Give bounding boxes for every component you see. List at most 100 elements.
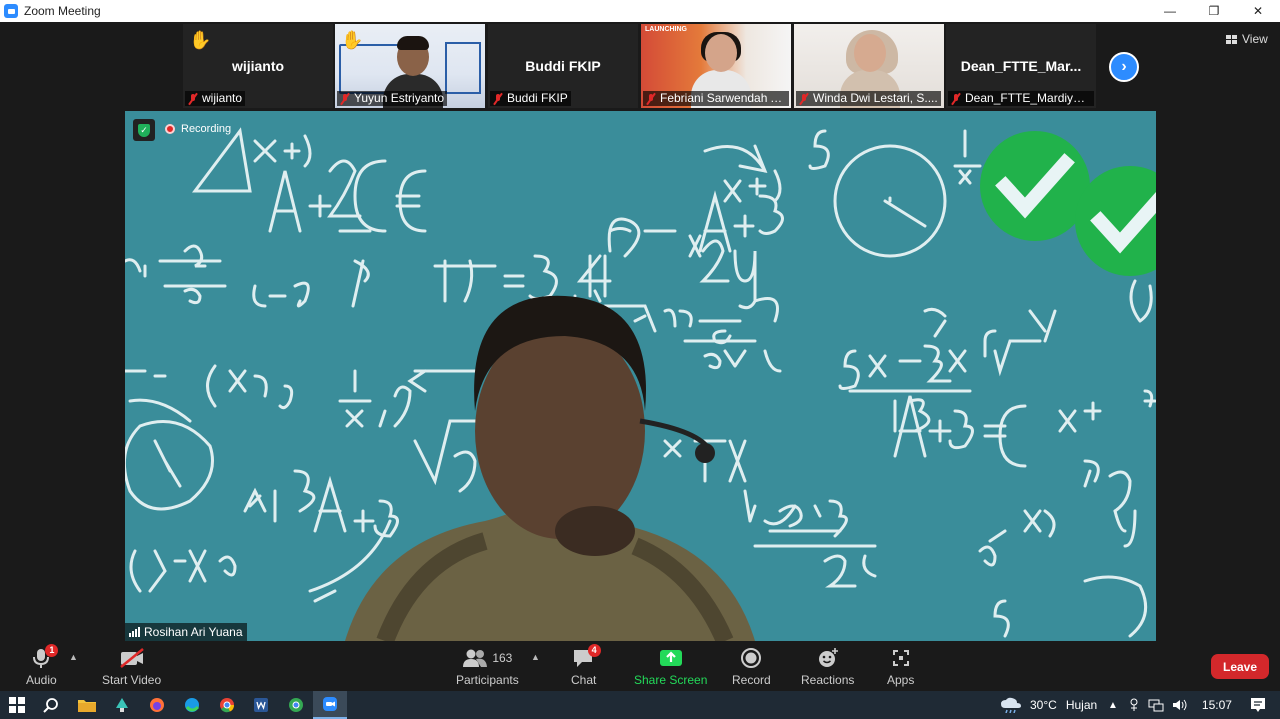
network-icon[interactable]: [1128, 698, 1140, 712]
weather-temp: 30°C: [1030, 698, 1057, 712]
windows-taskbar: 30°C Hujan ▲ 15:07: [0, 691, 1280, 719]
raised-hand-icon: ✋: [189, 30, 212, 50]
restore-button[interactable]: ❐: [1192, 0, 1236, 22]
grid-view-icon: [1226, 34, 1237, 44]
tray-expand-icon[interactable]: ▲: [1108, 700, 1118, 711]
chat-button[interactable]: 4 Chat: [571, 644, 601, 687]
mic-muted-icon: [492, 93, 504, 105]
mic-muted-icon: [339, 93, 351, 105]
zoom-window: Zoom Meeting — ❐ ✕ ✋ wijianto wijianto ✋: [0, 0, 1280, 719]
chat-label: Chat: [571, 673, 597, 687]
record-button[interactable]: Record: [732, 645, 771, 687]
audio-options-caret-icon[interactable]: ▲: [69, 652, 78, 662]
participant-name: Febriani Sarwendah A...: [660, 91, 786, 105]
display-icon[interactable]: [1148, 698, 1164, 712]
windows-start-icon[interactable]: [0, 691, 34, 719]
participant-name-label: Buddi FKIP: [490, 91, 571, 106]
volume-icon[interactable]: [1172, 698, 1188, 712]
word-icon[interactable]: [244, 691, 278, 719]
zoom-app-icon: [4, 4, 18, 18]
participant-tile[interactable]: Winda Dwi Lestari, S....: [794, 24, 944, 108]
participant-display-name: wijianto: [231, 58, 285, 74]
app-icon[interactable]: [105, 691, 139, 719]
reactions-label: Reactions: [801, 673, 855, 687]
search-icon[interactable]: [34, 691, 68, 719]
speaker-name-label: Rosihan Ari Yuana: [125, 623, 247, 641]
apps-icon: [890, 645, 912, 671]
start-video-label: Start Video: [102, 673, 162, 687]
participants-label: Participants: [456, 673, 519, 687]
participant-tile[interactable]: ✋ wijianto wijianto: [183, 24, 333, 108]
share-screen-button[interactable]: Share Screen: [634, 645, 707, 687]
raised-hand-icon: ✋: [341, 30, 364, 50]
encryption-shield-icon[interactable]: ✓: [133, 119, 155, 141]
apps-label: Apps: [887, 673, 915, 687]
next-page-button[interactable]: ›: [1109, 52, 1139, 82]
shield-check-glyph: ✓: [138, 123, 150, 137]
clock[interactable]: 15:07: [1202, 698, 1232, 712]
recording-indicator[interactable]: Recording: [165, 123, 231, 135]
chrome-icon[interactable]: [210, 691, 244, 719]
rain-cloud-icon: [1001, 697, 1021, 713]
share-screen-label: Share Screen: [634, 673, 708, 687]
participant-name-label: wijianto: [185, 91, 246, 106]
reactions-button[interactable]: Reactions: [801, 645, 854, 687]
title-bar: Zoom Meeting — ❐ ✕: [0, 0, 1280, 22]
participant-tile[interactable]: LAUNCHING Febriani Sarwendah A...: [641, 24, 791, 108]
audio-label: Audio: [26, 673, 57, 687]
firefox-icon[interactable]: [140, 691, 174, 719]
participants-options-caret-icon[interactable]: ▲: [531, 652, 540, 662]
meeting-toolbar: 1 Audio ▲ Start Video 163 Participants ▲…: [0, 641, 1280, 691]
participant-name-label: Winda Dwi Lestari, S....: [796, 91, 941, 106]
window-controls: — ❐ ✕: [1148, 0, 1280, 22]
minimize-button[interactable]: —: [1148, 0, 1192, 22]
participant-name: wijianto: [202, 91, 243, 105]
apps-button[interactable]: Apps: [887, 645, 914, 687]
chalkboard-background: [125, 111, 1156, 641]
background-building: [445, 42, 481, 94]
signal-strength-icon: [129, 627, 140, 637]
recording-label: Recording: [181, 123, 232, 135]
participant-name-label: Febriani Sarwendah A...: [643, 91, 789, 106]
mic-muted-icon: [798, 93, 810, 105]
participant-tile[interactable]: ✋ Yuyun Estriyanto: [335, 24, 485, 108]
participants-count: 163: [492, 651, 513, 665]
participants-button[interactable]: 163 Participants: [456, 645, 519, 687]
mic-muted-icon: [950, 93, 962, 105]
microphone-icon: 1: [31, 644, 59, 671]
chat-icon: 4: [572, 644, 601, 671]
zoom-taskbar-icon[interactable]: [313, 691, 347, 719]
participant-name: Dean_FTTE_Mardiyana: [965, 91, 1091, 105]
edge-icon[interactable]: [175, 691, 209, 719]
active-speaker-video[interactable]: ✓ Recording Rosihan Ari Yuana: [125, 111, 1156, 641]
participant-name-label: Dean_FTTE_Mardiyana: [948, 91, 1094, 106]
reactions-smiley-icon: [816, 645, 840, 671]
record-label: Record: [732, 673, 771, 687]
participant-tile[interactable]: Dean_FTTE_Mar... Dean_FTTE_Mardiyana: [946, 24, 1096, 108]
share-screen-icon: [658, 645, 684, 671]
leave-button[interactable]: Leave: [1211, 654, 1269, 679]
mic-muted-icon: [645, 93, 657, 105]
audio-badge: 1: [45, 644, 59, 657]
participant-name: Buddi FKIP: [507, 91, 568, 105]
chat-badge: 4: [587, 644, 601, 657]
participant-display-name: Buddi FKIP: [525, 58, 601, 74]
video-banner-text: LAUNCHING: [645, 26, 687, 33]
start-video-button[interactable]: Start Video: [102, 645, 161, 687]
participant-name-label: Yuyun Estriyanto: [337, 91, 448, 106]
participant-tile[interactable]: Buddi FKIP Buddi FKIP: [488, 24, 638, 108]
window-title: Zoom Meeting: [24, 4, 101, 18]
record-icon: [740, 645, 762, 671]
notification-center-icon[interactable]: [1250, 697, 1266, 713]
weather-widget[interactable]: 30°C Hujan: [1000, 691, 1097, 719]
chrome-profile-icon[interactable]: [279, 691, 313, 719]
view-button[interactable]: View: [1226, 32, 1268, 46]
participant-strip: ✋ wijianto wijianto ✋ Yuyun Estriyanto B…: [0, 22, 1280, 110]
system-tray: ▲ 15:07: [1108, 691, 1266, 719]
file-explorer-icon[interactable]: [70, 691, 104, 719]
view-label: View: [1242, 32, 1268, 46]
close-button[interactable]: ✕: [1236, 0, 1280, 22]
audio-button[interactable]: 1 Audio: [26, 644, 59, 687]
weather-condition: Hujan: [1065, 698, 1098, 712]
mic-muted-icon: [187, 93, 199, 105]
